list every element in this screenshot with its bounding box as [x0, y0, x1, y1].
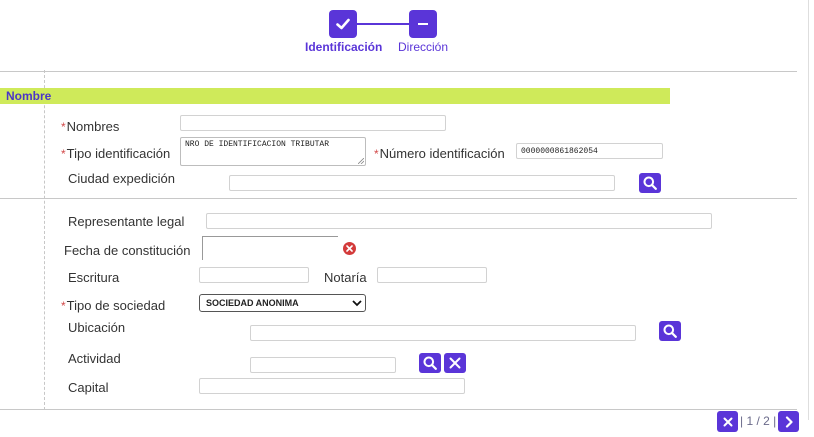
numero-identificacion-label-text: Número identificación	[379, 146, 505, 161]
tipo-identificacion-label: *Tipo identificación	[61, 146, 170, 161]
pager-text: 1 / 2	[746, 414, 770, 428]
step-identificacion-button[interactable]	[329, 10, 357, 38]
search-icon	[643, 176, 657, 190]
minus-icon	[418, 23, 428, 25]
tipo-sociedad-selected: SOCIEDAD ANONIMA	[206, 298, 299, 308]
capital-input[interactable]	[199, 378, 465, 394]
stepper-connector	[357, 23, 409, 25]
ubicacion-label: Ubicación	[68, 320, 126, 335]
pager-indicator: | 1 / 2 |	[740, 414, 776, 428]
tipo-identificacion-value: NRO DE IDENTIFICACION TRIBUTAR	[185, 140, 330, 149]
tipo-sociedad-label: *Tipo de sociedad	[61, 298, 165, 313]
chevron-right-icon	[785, 415, 793, 428]
actividad-search-button[interactable]	[419, 353, 441, 373]
ciudad-search-button[interactable]	[639, 173, 661, 193]
ciudad-expedicion-input[interactable]	[229, 175, 615, 191]
actividad-input[interactable]	[250, 357, 396, 373]
required-marker: *	[61, 147, 66, 161]
escritura-input[interactable]	[199, 267, 309, 283]
footer-divider	[0, 409, 797, 410]
representante-legal-input[interactable]	[206, 213, 712, 229]
pager-next-button[interactable]	[778, 411, 799, 432]
pager-close-button[interactable]	[717, 411, 738, 432]
capital-label: Capital	[68, 380, 109, 395]
right-edge-divider	[808, 0, 809, 420]
tipo-sociedad-select[interactable]: SOCIEDAD ANONIMA	[199, 294, 366, 312]
nombres-input[interactable]	[180, 115, 446, 131]
notaria-label: Notaría	[324, 270, 367, 285]
nombres-label-text: Nombres	[66, 119, 120, 134]
required-marker: *	[61, 299, 66, 313]
actividad-label: Actividad	[68, 351, 121, 366]
ubicacion-search-button[interactable]	[659, 321, 681, 341]
header-divider	[0, 71, 797, 72]
step-direccion-button[interactable]	[409, 10, 437, 38]
search-icon	[423, 356, 437, 370]
resize-grip-icon[interactable]	[358, 158, 364, 164]
pager-separator: |	[740, 414, 744, 428]
check-icon	[336, 18, 350, 30]
section-title-nombre: Nombre	[0, 88, 670, 104]
representante-legal-label: Representante legal	[68, 214, 185, 229]
fecha-constitucion-input[interactable]	[202, 236, 338, 260]
ubicacion-input[interactable]	[250, 325, 636, 341]
chevron-down-icon	[352, 300, 362, 307]
fecha-constitucion-label: Fecha de constitución	[64, 243, 191, 258]
error-icon	[343, 242, 356, 255]
required-marker: *	[374, 147, 379, 161]
step-identificacion-label[interactable]: Identificación	[305, 40, 382, 54]
required-marker: *	[61, 120, 66, 134]
step-direccion-label[interactable]: Dirección	[398, 40, 448, 54]
tipo-identificacion-label-text: Tipo identificación	[66, 146, 171, 161]
notaria-input[interactable]	[377, 267, 487, 283]
form-dashed-guide	[44, 70, 45, 410]
close-icon	[449, 357, 461, 369]
close-icon	[346, 245, 353, 252]
escritura-label: Escritura	[68, 270, 120, 285]
pager-separator: |	[773, 414, 777, 428]
nombres-label: *Nombres	[61, 119, 119, 134]
search-icon	[663, 324, 677, 338]
tipo-sociedad-label-text: Tipo de sociedad	[66, 298, 166, 313]
numero-identificacion-input[interactable]	[516, 143, 663, 159]
actividad-clear-button[interactable]	[444, 353, 466, 373]
numero-identificacion-label: *Número identificación	[374, 146, 505, 161]
tipo-identificacion-textarea[interactable]: NRO DE IDENTIFICACION TRIBUTAR	[180, 137, 366, 166]
close-icon	[723, 417, 732, 426]
ciudad-expedicion-label: Ciudad expedición	[68, 171, 175, 186]
mid-divider	[0, 198, 797, 199]
